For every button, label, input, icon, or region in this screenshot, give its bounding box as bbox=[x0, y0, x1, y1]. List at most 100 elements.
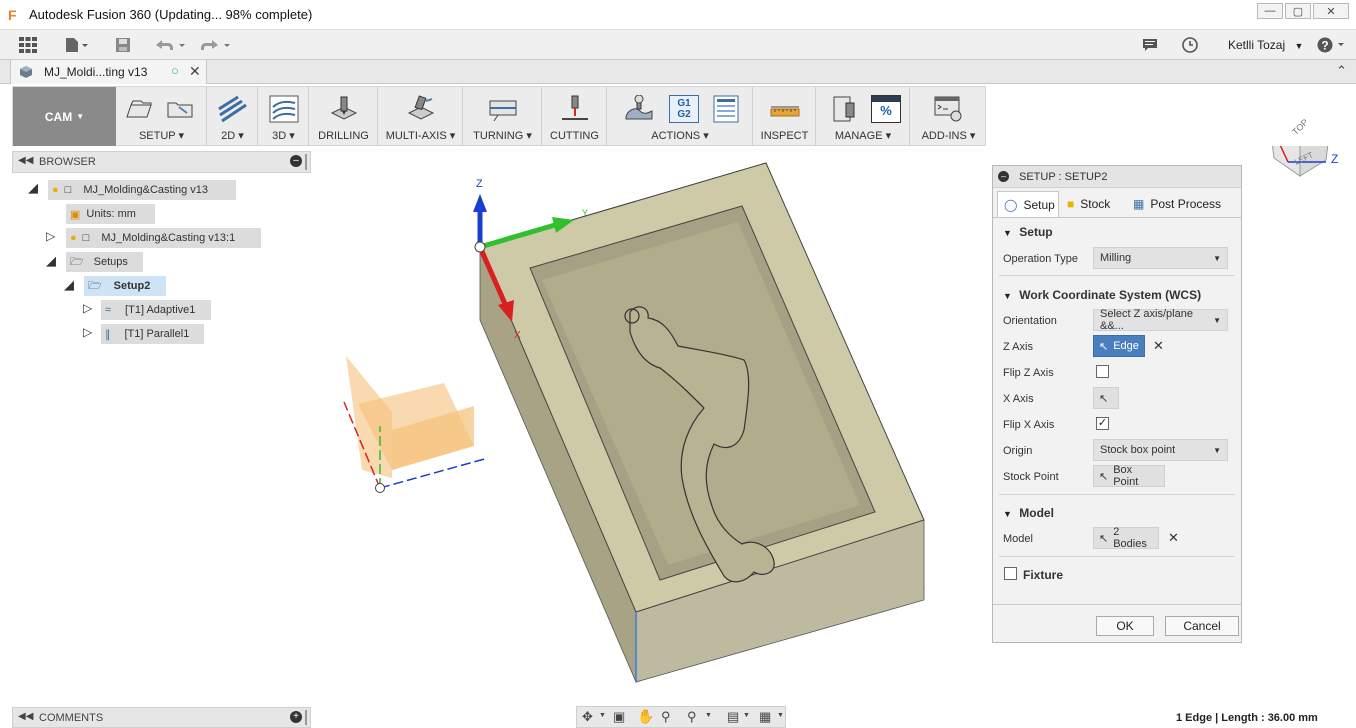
tree-node-setups[interactable]: 🗁 Setups bbox=[66, 252, 143, 272]
grid-settings-icon[interactable]: ▦ bbox=[759, 709, 771, 725]
multi-axis-group[interactable]: MULTI-AXIS ▾ bbox=[379, 87, 463, 146]
setup-dialog-header[interactable]: – SETUP : SETUP2 bbox=[993, 166, 1241, 188]
close-window-button[interactable]: ✕ bbox=[1313, 3, 1349, 19]
redo-button[interactable] bbox=[197, 36, 231, 54]
3d-toolpath-icon bbox=[269, 95, 299, 123]
undo-button[interactable] bbox=[152, 36, 186, 54]
orbit-icon[interactable]: ✥ bbox=[582, 709, 593, 725]
ok-button[interactable]: OK bbox=[1096, 616, 1154, 636]
post-process-icon: G1 G2 bbox=[669, 95, 699, 123]
wcs-section-header[interactable]: ▼ Work Coordinate System (WCS) bbox=[1003, 288, 1201, 302]
cancel-button[interactable]: Cancel bbox=[1165, 616, 1239, 636]
collapse-left-icon[interactable]: ◀◀ bbox=[18, 155, 33, 166]
inspect-group[interactable]: INSPECT bbox=[754, 87, 816, 146]
pin-handle-icon[interactable] bbox=[305, 154, 307, 170]
tree-node-root[interactable]: ● □ MJ_Molding&Casting v13 bbox=[48, 180, 236, 200]
chevron-down-icon: ▼ bbox=[1213, 445, 1221, 455]
save-button[interactable] bbox=[113, 36, 133, 54]
cutting-group[interactable]: CUTTING bbox=[543, 87, 607, 146]
document-tab[interactable]: MJ_Moldi...ting v13 ○ ✕ bbox=[10, 60, 207, 84]
tree-root-toggle[interactable]: ◢ bbox=[28, 180, 38, 196]
help-button[interactable]: ? bbox=[1316, 36, 1348, 54]
x-axis-selection-button[interactable]: ↖ bbox=[1093, 387, 1119, 409]
tree-node-parallel1[interactable]: ∥ [T1] Parallel1 bbox=[101, 324, 204, 344]
setup-section-title: Setup bbox=[1019, 225, 1053, 239]
tree-node-units[interactable]: ▣ Units: mm bbox=[66, 204, 155, 224]
maximize-button[interactable]: ▢ bbox=[1285, 3, 1311, 19]
collapse-left-icon[interactable]: ◀◀ bbox=[18, 711, 33, 722]
display-settings-icon[interactable]: ▤ bbox=[727, 709, 739, 725]
chevron-down-icon: ▼ bbox=[1294, 41, 1304, 51]
tab-stock[interactable]: ■ Stock bbox=[1061, 191, 1123, 217]
setup-folder-icon: 🗁 bbox=[88, 279, 102, 292]
tree-node-adaptive1[interactable]: ≈ [T1] Adaptive1 bbox=[101, 300, 211, 320]
tree-setups-toggle[interactable]: ◢ bbox=[46, 253, 56, 269]
look-at-icon[interactable]: ▣ bbox=[613, 709, 625, 725]
tree-op2-toggle[interactable]: ▷ bbox=[83, 325, 92, 339]
setup-section-header[interactable]: ▼ Setup bbox=[1003, 225, 1053, 239]
viewcube-top-label[interactable]: TOP bbox=[1290, 117, 1310, 137]
turning-group[interactable]: TURNING ▾ bbox=[464, 87, 542, 146]
svg-text:?: ? bbox=[1321, 39, 1328, 53]
fixture-label: Fixture bbox=[1023, 568, 1064, 582]
2d-group[interactable]: 2D ▾ bbox=[208, 87, 258, 146]
viewcube-z-label: Z bbox=[1331, 152, 1339, 166]
pin-handle-icon[interactable] bbox=[305, 710, 307, 725]
comments-bar[interactable]: ◀◀ COMMENTS + bbox=[12, 707, 311, 728]
tree-node-component[interactable]: ● □ MJ_Molding&Casting v13:1 bbox=[66, 228, 261, 248]
model-selection-value: 2 Bodies bbox=[1113, 526, 1147, 550]
stock-point-selection-button[interactable]: ↖ Box Point bbox=[1093, 464, 1165, 488]
model-selection-button[interactable]: ↖ 2 Bodies bbox=[1093, 526, 1159, 550]
flip-z-axis-checkbox[interactable] bbox=[1096, 365, 1109, 378]
collapsed-triangle-icon: ▷ bbox=[83, 301, 93, 315]
model-section-header[interactable]: ▼ Model bbox=[1003, 506, 1054, 520]
fusion-app-icon: F bbox=[8, 7, 17, 23]
section-divider bbox=[999, 556, 1235, 557]
tree-op1-toggle[interactable]: ▷ bbox=[83, 301, 92, 315]
tree-component-toggle[interactable]: ▷ bbox=[46, 229, 55, 243]
x-axis-label: X Axis bbox=[1003, 393, 1034, 405]
footer-divider bbox=[993, 604, 1241, 605]
actions-group[interactable]: G1 G2 ACTIONS ▾ bbox=[608, 87, 753, 146]
workspace-switcher-button[interactable]: CAM ▼ bbox=[13, 87, 116, 146]
browser-header[interactable]: ◀◀ BROWSER – bbox=[12, 151, 311, 173]
chevron-down-icon[interactable]: ▼ bbox=[743, 712, 750, 719]
clear-z-axis-button[interactable]: ✕ bbox=[1153, 338, 1164, 354]
setup-group[interactable]: SETUP ▾ bbox=[117, 87, 207, 146]
chevron-down-icon[interactable]: ▼ bbox=[599, 712, 606, 719]
job-status-button[interactable] bbox=[1180, 36, 1200, 54]
fit-zoom-icon[interactable]: ⚲ bbox=[687, 709, 697, 725]
collapse-dialog-icon[interactable]: – bbox=[998, 171, 1009, 182]
file-menu-button[interactable] bbox=[62, 36, 92, 54]
origin-select[interactable]: Stock box point ▼ bbox=[1093, 439, 1228, 461]
3d-group[interactable]: 3D ▾ bbox=[259, 87, 309, 146]
flip-x-axis-checkbox[interactable]: ✓ bbox=[1096, 417, 1109, 430]
chevron-down-icon[interactable]: ▼ bbox=[705, 712, 712, 719]
add-ins-group[interactable]: ADD-INS ▾ bbox=[911, 87, 986, 146]
clear-model-button[interactable]: ✕ bbox=[1168, 530, 1179, 546]
stock-point-value: Box Point bbox=[1113, 464, 1139, 488]
comments-toggle-button[interactable] bbox=[1140, 36, 1160, 54]
pan-hand-icon[interactable]: ✋ bbox=[637, 708, 654, 725]
fixture-checkbox[interactable] bbox=[1004, 567, 1017, 580]
add-comment-icon[interactable]: + bbox=[290, 711, 302, 723]
operation-type-select[interactable]: Milling ▼ bbox=[1093, 247, 1228, 269]
zoom-icon[interactable]: ⚲ bbox=[661, 709, 671, 725]
drilling-group[interactable]: DRILLING bbox=[310, 87, 378, 146]
user-account-menu[interactable]: Ketlli Tozaj ▼ bbox=[1228, 38, 1303, 52]
z-axis-selection-button[interactable]: ↖ Edge bbox=[1093, 335, 1145, 357]
orientation-select[interactable]: Select Z axis/plane &&... ▼ bbox=[1093, 308, 1228, 332]
manage-group[interactable]: % MANAGE ▾ bbox=[817, 87, 910, 146]
visibility-bulb-icon: ● bbox=[70, 232, 77, 244]
tree-node-setup2[interactable]: 🗁 Setup2 bbox=[84, 276, 166, 296]
chevron-down-icon[interactable]: ▼ bbox=[777, 712, 784, 719]
collapse-browser-icon[interactable]: – bbox=[290, 155, 302, 167]
collapse-up-icon[interactable]: ⌃ bbox=[1336, 63, 1347, 79]
data-panel-button[interactable] bbox=[18, 36, 38, 54]
expand-triangle-icon: ◢ bbox=[46, 253, 56, 268]
close-tab-button[interactable]: ✕ bbox=[189, 63, 201, 80]
minimize-button[interactable]: — bbox=[1257, 3, 1283, 19]
tab-post-process[interactable]: ▦ Post Process bbox=[1127, 191, 1227, 217]
tree-setup2-toggle[interactable]: ◢ bbox=[64, 277, 74, 293]
tab-setup[interactable]: ◯ Setup bbox=[997, 191, 1059, 217]
